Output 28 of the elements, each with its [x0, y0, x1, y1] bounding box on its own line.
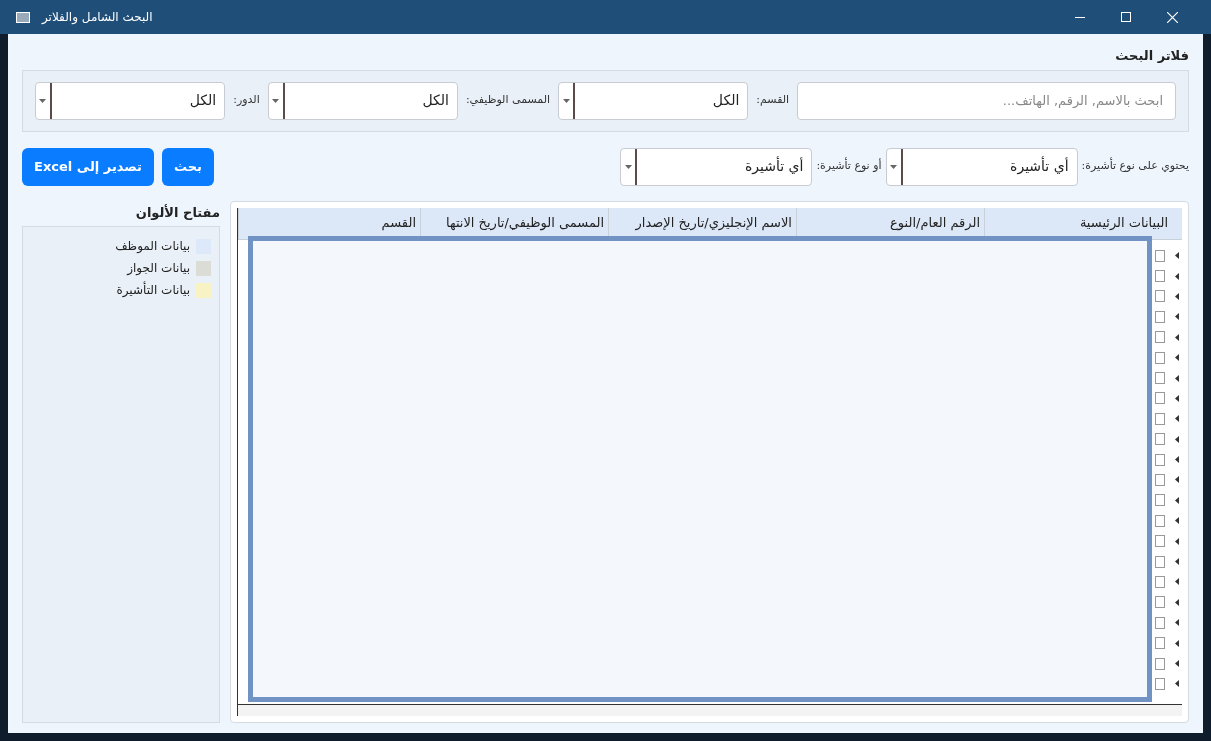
- caret-icon: [272, 98, 280, 103]
- filter-label: يحتوي على نوع تأشيرة:: [1081, 158, 1189, 175]
- caret-icon: [624, 164, 632, 169]
- caret-icon: [890, 164, 898, 169]
- dropdown[interactable]: أي تأشيرة: [885, 147, 1078, 186]
- filter-label: المسمى الوظيفي:: [465, 92, 551, 109]
- window-title: البحث الشامل والفلاتر: [42, 9, 154, 26]
- section-title: فلاتر البحث: [1115, 47, 1189, 65]
- dropdown[interactable]: الكل: [267, 81, 458, 120]
- dropdown[interactable]: أي تأشيرة: [620, 147, 813, 186]
- legend-title: مفتاح الألوان: [135, 203, 220, 222]
- caret-icon: [39, 98, 47, 103]
- dropdown[interactable]: الكل: [35, 81, 226, 120]
- legend-label: بيانات التأشيرة: [116, 281, 190, 299]
- search-button[interactable]: بحث: [161, 147, 214, 186]
- legend-label: بيانات الجواز: [127, 260, 190, 277]
- export-button[interactable]: تصدير إلى Excel: [22, 147, 154, 186]
- legend-label: بيانات الموظف: [115, 238, 190, 255]
- filter-label: القسم:: [756, 92, 790, 109]
- minimize-icon[interactable]: [1075, 16, 1085, 18]
- filter-label: الدور:: [233, 92, 260, 109]
- search-field[interactable]: ابحث بالاسم, الرقم, الهاتف...: [797, 81, 1176, 120]
- caret-icon: [562, 98, 570, 103]
- app-icon: [16, 11, 30, 23]
- filter-label: أو نوع تأشيرة:: [816, 158, 882, 175]
- horizontal-scrollbar[interactable]: [238, 704, 1182, 716]
- dropdown[interactable]: الكل: [558, 81, 749, 120]
- close-icon[interactable]: [1166, 11, 1178, 23]
